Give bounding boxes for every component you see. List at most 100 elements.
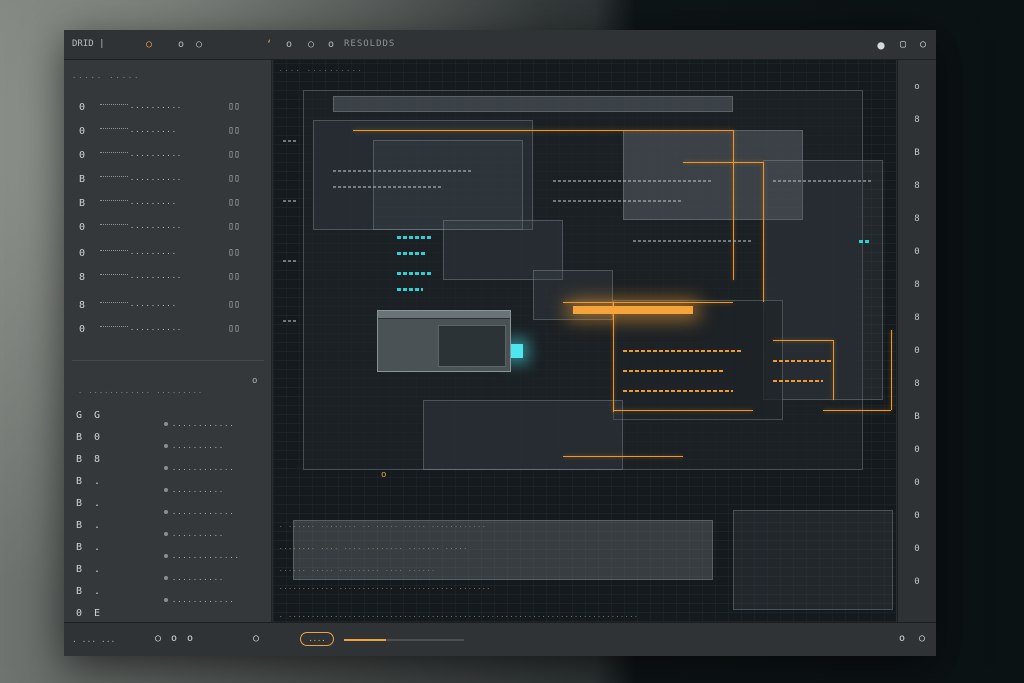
property-row[interactable]: 0.......... ▯▯ <box>64 148 272 166</box>
tool-icon[interactable]: 0 <box>76 608 82 619</box>
rail-tool-icon[interactable]: 0 <box>910 577 924 587</box>
property-row[interactable]: B.......... ▯▯ <box>64 172 272 190</box>
property-row[interactable]: 0......... ▯▯ <box>64 246 272 264</box>
circle-icon[interactable]: o <box>168 633 180 644</box>
property-row[interactable]: 0.......... ▯▯ <box>64 220 272 238</box>
layer-item[interactable]: ............ <box>164 464 235 472</box>
circle-icon[interactable]: ○ <box>250 633 262 644</box>
property-toggle-icon[interactable]: ▯▯ <box>228 197 240 208</box>
rail-tool-icon[interactable]: 0 <box>910 544 924 554</box>
property-toggle-icon[interactable]: ▯▯ <box>228 221 240 232</box>
tool-icon[interactable]: . <box>94 586 100 597</box>
anchor-icon[interactable]: o <box>381 470 386 480</box>
tool-icon[interactable]: G <box>76 410 82 421</box>
tool-icon[interactable]: . <box>94 564 100 575</box>
property-row[interactable]: 0......... ▯▯ <box>64 124 272 142</box>
layer-item[interactable]: .......... <box>164 442 224 450</box>
tool-icon[interactable]: G <box>94 410 100 421</box>
data-strip <box>623 370 723 372</box>
layer-item[interactable]: .......... <box>164 486 224 494</box>
property-row[interactable]: 8.......... ▯▯ <box>64 270 272 288</box>
property-row[interactable]: 0.......... ▯▯ <box>64 322 272 340</box>
tool-row[interactable]: B. <box>76 520 116 534</box>
rail-tool-icon[interactable]: 0 <box>910 247 924 257</box>
tool-icon[interactable]: . <box>94 476 100 487</box>
property-toggle-icon[interactable]: ▯▯ <box>228 247 240 258</box>
tool-row[interactable]: 0E <box>76 608 116 622</box>
tool-icon[interactable]: B <box>76 454 82 465</box>
circle-icon[interactable]: ○ <box>192 38 206 52</box>
tool-row[interactable]: B. <box>76 564 116 578</box>
rail-tool-icon[interactable]: 8 <box>910 115 924 125</box>
main-canvas[interactable]: .... .......... o . ...... ........ .. .… <box>273 60 896 622</box>
tool-icon[interactable]: . <box>94 520 100 531</box>
circle-icon[interactable]: o <box>324 38 338 52</box>
property-row[interactable]: B......... ▯▯ <box>64 196 272 214</box>
rail-tool-icon[interactable]: B <box>910 412 924 422</box>
tool-row[interactable]: B. <box>76 586 116 600</box>
rail-tool-icon[interactable]: 0 <box>910 346 924 356</box>
layer-dot-icon <box>164 598 168 602</box>
property-toggle-icon[interactable]: ▯▯ <box>228 299 240 310</box>
property-toggle-icon[interactable]: ▯▯ <box>228 149 240 160</box>
layer-item[interactable]: ............ <box>164 596 235 604</box>
rail-tool-icon[interactable]: B <box>910 148 924 158</box>
layer-item[interactable]: .......... <box>164 530 224 538</box>
tool-row[interactable]: B. <box>76 476 116 490</box>
window-icon[interactable]: ▢ <box>896 38 910 52</box>
tool-row[interactable]: GG <box>76 410 116 424</box>
property-row[interactable]: 0.......... ▯▯ <box>64 100 272 118</box>
tool-icon[interactable]: . <box>94 542 100 553</box>
rail-tool-icon[interactable]: 0 <box>910 511 924 521</box>
record-icon[interactable]: ○ <box>142 38 156 52</box>
tool-icon[interactable]: E <box>94 608 100 619</box>
rail-tool-icon[interactable]: 0 <box>910 445 924 455</box>
tool-icon[interactable]: . <box>94 498 100 509</box>
tool-row[interactable]: B8 <box>76 454 116 468</box>
expand-icon[interactable]: o <box>252 376 257 386</box>
tool-row[interactable]: B0 <box>76 432 116 446</box>
zoom-control[interactable]: .... <box>300 632 334 646</box>
tool-icon[interactable]: B <box>76 542 82 553</box>
property-toggle-icon[interactable]: ▯▯ <box>228 271 240 282</box>
rail-tool-icon[interactable]: 8 <box>910 214 924 224</box>
rail-tool-icon[interactable]: 8 <box>910 313 924 323</box>
tool-icon[interactable]: B <box>76 432 82 443</box>
tool-icon[interactable]: B <box>76 498 82 509</box>
rail-tool-icon[interactable]: o <box>910 82 924 92</box>
tool-icon[interactable]: B <box>76 586 82 597</box>
property-key <box>100 274 128 276</box>
zoom-slider[interactable] <box>344 639 464 641</box>
circle-icon[interactable]: ○ <box>916 633 928 644</box>
property-toggle-icon[interactable]: ▯▯ <box>228 173 240 184</box>
circle-icon[interactable]: o <box>174 38 188 52</box>
circle-icon[interactable]: o <box>896 633 908 644</box>
rail-tool-icon[interactable]: 8 <box>910 280 924 290</box>
close-icon[interactable]: ○ <box>916 38 930 52</box>
rail-tool-icon[interactable]: 8 <box>910 181 924 191</box>
circle-icon[interactable]: ○ <box>152 633 164 644</box>
tool-row[interactable]: B. <box>76 542 116 556</box>
chat-icon[interactable]: ● <box>874 38 888 52</box>
embedded-window[interactable] <box>377 310 511 372</box>
property-toggle-icon[interactable]: ▯▯ <box>228 125 240 136</box>
layer-item[interactable]: ............ <box>164 508 235 516</box>
circle-icon[interactable]: o <box>184 633 196 644</box>
layer-item[interactable]: .......... <box>164 574 224 582</box>
tool-icon[interactable]: B <box>76 564 82 575</box>
marker-icon[interactable]: ʻ <box>262 38 276 52</box>
tool-icon[interactable]: 8 <box>94 454 100 465</box>
tool-icon[interactable]: B <box>76 520 82 531</box>
tool-row[interactable]: B. <box>76 498 116 512</box>
property-toggle-icon[interactable]: ▯▯ <box>228 323 240 334</box>
rail-tool-icon[interactable]: 8 <box>910 379 924 389</box>
property-row[interactable]: 8......... ▯▯ <box>64 298 272 316</box>
property-toggle-icon[interactable]: ▯▯ <box>228 101 240 112</box>
tool-icon[interactable]: B <box>76 476 82 487</box>
layer-item[interactable]: ............ <box>164 420 235 428</box>
circle-icon[interactable]: ○ <box>304 38 318 52</box>
layer-item[interactable]: ............. <box>164 552 240 560</box>
tool-icon[interactable]: 0 <box>94 432 100 443</box>
rail-tool-icon[interactable]: 0 <box>910 478 924 488</box>
circle-icon[interactable]: o <box>282 38 296 52</box>
